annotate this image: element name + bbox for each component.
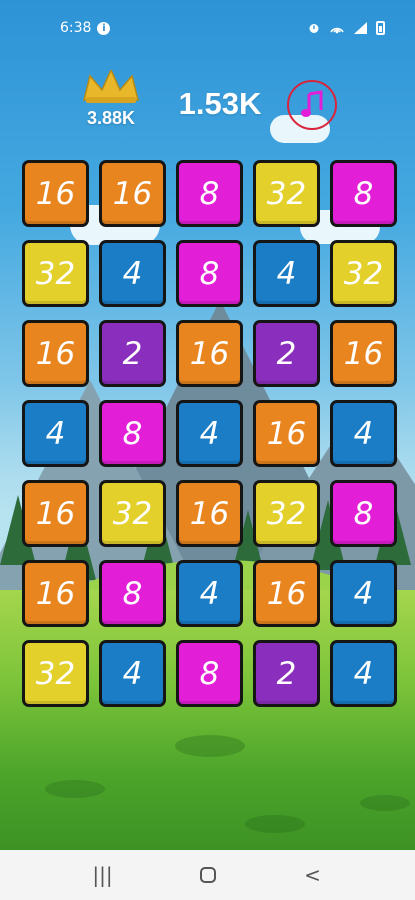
tile-2[interactable]: 2 — [253, 320, 320, 387]
tile-8[interactable]: 8 — [99, 400, 166, 467]
tile-32[interactable]: 32 — [22, 640, 89, 707]
tile-4[interactable]: 4 — [22, 400, 89, 467]
home-button[interactable] — [188, 860, 228, 890]
tile-32[interactable]: 32 — [22, 240, 89, 307]
signal-icon — [354, 22, 367, 34]
tile-4[interactable]: 4 — [176, 560, 243, 627]
current-score: 1.53K — [178, 86, 262, 121]
tile-8[interactable]: 8 — [330, 160, 397, 227]
tile-16[interactable]: 16 — [330, 320, 397, 387]
tile-2[interactable]: 2 — [99, 320, 166, 387]
grass-patch — [245, 815, 305, 833]
tile-4[interactable]: 4 — [330, 400, 397, 467]
tile-16[interactable]: 16 — [253, 400, 320, 467]
back-button[interactable]: < — [293, 860, 333, 890]
tile-8[interactable]: 8 — [176, 160, 243, 227]
tile-16[interactable]: 16 — [99, 160, 166, 227]
tile-16[interactable]: 16 — [176, 320, 243, 387]
alarm-icon — [309, 24, 319, 33]
tile-8[interactable]: 8 — [176, 240, 243, 307]
grass-patch — [175, 735, 245, 757]
tile-2[interactable]: 2 — [253, 640, 320, 707]
status-left: 6:38 i — [60, 20, 111, 36]
hotspot-icon — [330, 27, 344, 34]
best-score: 3.88K — [86, 108, 136, 128]
tile-4[interactable]: 4 — [99, 640, 166, 707]
grass-patch — [45, 780, 105, 798]
tile-16[interactable]: 16 — [22, 320, 89, 387]
music-toggle-button[interactable] — [287, 80, 337, 130]
tile-16[interactable]: 16 — [176, 480, 243, 547]
best-score-panel: 3.88K — [78, 70, 144, 129]
tile-32[interactable]: 32 — [99, 480, 166, 547]
tile-8[interactable]: 8 — [330, 480, 397, 547]
status-icons — [308, 21, 385, 35]
tile-32[interactable]: 32 — [253, 480, 320, 547]
tile-8[interactable]: 8 — [99, 560, 166, 627]
tile-4[interactable]: 4 — [330, 560, 397, 627]
tile-16[interactable]: 16 — [22, 560, 89, 627]
tile-16[interactable]: 16 — [253, 560, 320, 627]
grass-patch — [360, 795, 410, 811]
tile-32[interactable]: 32 — [330, 240, 397, 307]
info-icon: i — [97, 21, 111, 35]
tile-8[interactable]: 8 — [176, 640, 243, 707]
tile-4[interactable]: 4 — [253, 240, 320, 307]
status-time: 6:38 — [60, 20, 92, 36]
navigation-bar: ||| < — [0, 850, 415, 900]
music-note-icon — [301, 90, 323, 117]
tile-32[interactable]: 32 — [253, 160, 320, 227]
status-bar: 6:38 i — [0, 0, 415, 56]
tile-4[interactable]: 4 — [176, 400, 243, 467]
home-icon — [199, 867, 216, 883]
battery-icon — [376, 21, 385, 35]
tile-16[interactable]: 16 — [22, 480, 89, 547]
crown-icon — [83, 70, 139, 103]
recent-apps-button[interactable]: ||| — [83, 860, 123, 890]
tile-16[interactable]: 16 — [22, 160, 89, 227]
tile-4[interactable]: 4 — [99, 240, 166, 307]
tile-4[interactable]: 4 — [330, 640, 397, 707]
ground — [0, 590, 415, 850]
